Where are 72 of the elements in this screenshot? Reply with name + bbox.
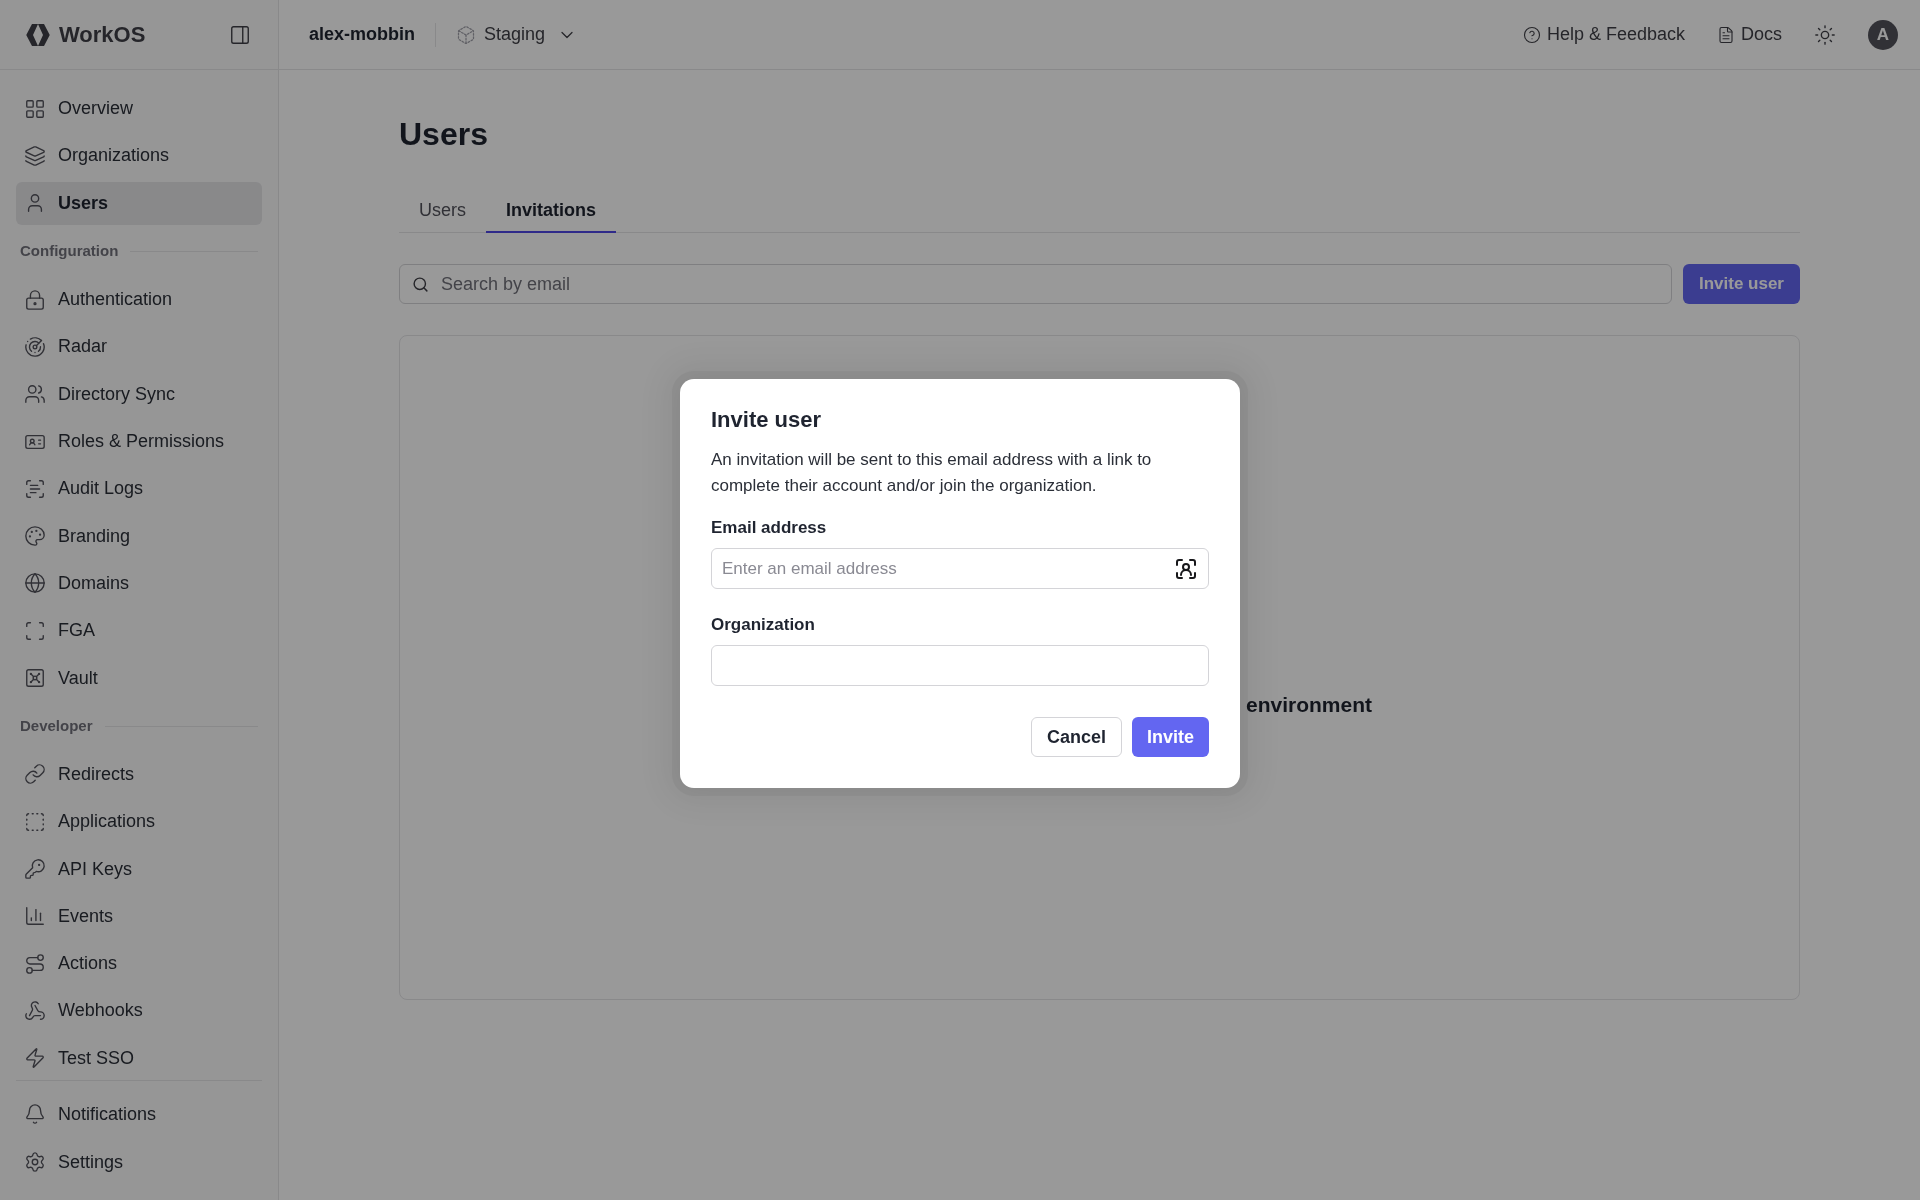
scan-user-icon <box>1174 556 1198 581</box>
sidebar-item[interactable]: Settings <box>16 1140 262 1184</box>
sidebar-item[interactable]: Branding <box>16 514 262 558</box>
link-icon <box>24 763 46 786</box>
sidebar-item[interactable]: Test SSO <box>16 1036 262 1080</box>
sidebar-item[interactable]: Organizations <box>16 134 262 178</box>
invite-user-button[interactable]: Invite user <box>1682 264 1800 304</box>
radar-icon <box>24 335 46 358</box>
scan-text-icon <box>24 477 46 500</box>
document-icon <box>1717 25 1735 44</box>
cancel-button[interactable]: Cancel <box>1030 717 1122 757</box>
layers-icon <box>24 144 46 167</box>
section-heading: Developer <box>20 716 93 736</box>
sidebar-item[interactable]: Domains <box>16 561 262 606</box>
section-heading: Configuration <box>20 241 119 262</box>
dialog-title: Invite user <box>711 406 823 434</box>
scan-icon <box>24 619 46 642</box>
lock-icon <box>24 288 46 311</box>
vault-icon <box>24 667 46 690</box>
sidebar-item[interactable]: Actions <box>16 942 262 986</box>
header-link[interactable]: Help & Feedback <box>1522 21 1685 48</box>
page-title: Users <box>399 115 489 154</box>
sidebar-item[interactable]: FGA <box>16 609 262 653</box>
field-label: Organization <box>711 614 816 636</box>
bar-chart-icon <box>24 905 46 928</box>
sidebar-item[interactable]: Redirects <box>16 752 262 797</box>
email-field[interactable]: Enter an email address <box>722 555 1174 582</box>
key-icon <box>24 858 46 881</box>
webhook-icon <box>24 999 46 1022</box>
logo-icon <box>25 21 51 48</box>
sidebar-item[interactable]: Applications <box>16 800 262 844</box>
email-box[interactable]: Enter an email address <box>711 548 1209 589</box>
sidebar-item[interactable]: Audit Logs <box>16 467 262 511</box>
brand-name: WorkOS <box>59 21 146 49</box>
sidebar-item[interactable]: Overview <box>16 87 262 131</box>
sidebar-item[interactable]: Directory Sync <box>16 372 262 416</box>
bell-icon <box>24 1103 46 1125</box>
cube-icon <box>456 24 476 45</box>
tab[interactable]: Users <box>399 190 486 233</box>
avatar[interactable]: A <box>1868 19 1898 50</box>
settings-icon <box>24 1151 46 1173</box>
panel-toggle-icon[interactable] <box>229 23 251 46</box>
dashed-square-icon <box>24 810 46 833</box>
environment-selector[interactable]: Staging <box>456 21 578 48</box>
sidebar-item[interactable]: Events <box>16 894 262 938</box>
organization-field[interactable] <box>711 645 1209 686</box>
search-field[interactable]: Search by email <box>441 270 1659 298</box>
workspace-name[interactable]: alex-mobbin <box>309 21 415 48</box>
sidebar-item[interactable]: API Keys <box>16 847 262 891</box>
sidebar-item[interactable]: Vault <box>16 656 262 700</box>
sidebar-item[interactable]: Users <box>16 181 262 225</box>
sidebar-item[interactable]: Notifications <box>16 1092 262 1136</box>
tab[interactable]: Invitations <box>486 190 617 233</box>
sidebar-item[interactable]: Webhooks <box>16 989 262 1033</box>
empty-state-text: environment <box>1246 692 1373 718</box>
field-label: Email address <box>711 517 828 539</box>
palette-icon <box>24 525 46 548</box>
invite-button[interactable]: Invite <box>1132 717 1209 757</box>
lightning-icon <box>24 1047 46 1070</box>
grid-icon <box>24 97 46 120</box>
sidebar-item[interactable]: Roles & Permissions <box>16 419 262 464</box>
help-icon <box>1522 25 1541 44</box>
sidebar-item[interactable]: Authentication <box>16 277 262 322</box>
users-icon <box>24 383 46 406</box>
search-icon <box>412 275 429 293</box>
header-link[interactable]: Docs <box>1717 21 1782 48</box>
dialog-description: An invitation will be sent to this email address with a link to complete their account and/or join the organization. <box>711 449 1153 497</box>
route-icon <box>24 952 46 975</box>
sidebar-item[interactable]: Radar <box>16 325 262 369</box>
theme-toggle-icon[interactable] <box>1814 23 1836 46</box>
search-box[interactable]: Search by email <box>399 264 1672 304</box>
globe-icon <box>24 572 46 595</box>
